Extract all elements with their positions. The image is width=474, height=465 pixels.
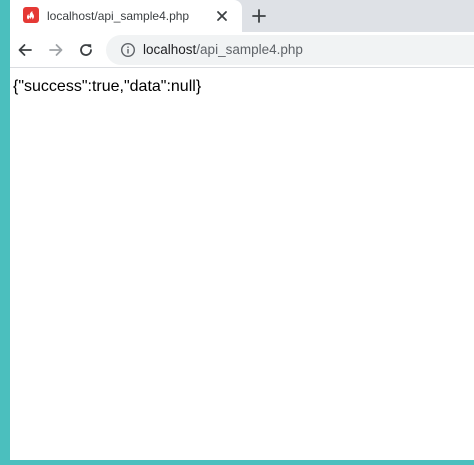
page-content: {"success":true,"data":null} — [10, 68, 474, 460]
back-arrow-icon[interactable] — [13, 38, 37, 62]
forward-arrow-icon[interactable] — [44, 38, 68, 62]
address-bar[interactable]: localhost/api_sample4.php — [106, 35, 474, 65]
browser-window: localhost/api_sample4.php localhost/api_… — [10, 0, 474, 460]
url-path: /api_sample4.php — [196, 42, 303, 57]
code-igniter-icon — [23, 7, 39, 23]
browser-toolbar: localhost/api_sample4.php — [10, 32, 474, 68]
info-icon[interactable] — [120, 42, 136, 58]
plus-icon[interactable] — [249, 6, 269, 26]
json-response-text: {"success":true,"data":null} — [13, 78, 202, 95]
url-host: localhost — [143, 42, 197, 57]
active-tab[interactable]: localhost/api_sample4.php — [10, 0, 242, 32]
close-icon[interactable] — [214, 8, 230, 24]
tab-title: localhost/api_sample4.php — [47, 9, 190, 23]
screenshot-frame: localhost/api_sample4.php localhost/api_… — [0, 0, 474, 465]
tab-strip: localhost/api_sample4.php — [10, 0, 474, 32]
reload-icon[interactable] — [74, 38, 98, 62]
url-text[interactable]: localhost/api_sample4.php — [143, 42, 303, 58]
